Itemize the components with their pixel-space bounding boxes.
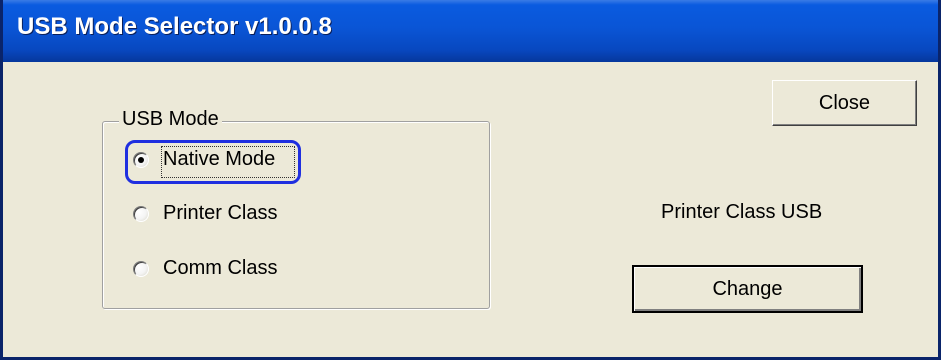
radio-comm-class-label: Comm Class <box>163 257 278 279</box>
change-button[interactable]: Change <box>632 265 863 313</box>
dialog-window: USB Mode Selector v1.0.0.8 USB Mode Nati… <box>0 0 941 360</box>
window-title: USB Mode Selector v1.0.0.8 <box>17 13 332 40</box>
radio-native-mode-label: Native Mode <box>163 148 276 170</box>
usb-mode-group-label: USB Mode <box>119 108 222 131</box>
radio-printer-class[interactable]: Printer Class <box>133 202 277 225</box>
title-bar[interactable]: USB Mode Selector v1.0.0.8 <box>3 0 938 62</box>
current-mode-status: Printer Class USB <box>661 201 823 223</box>
radio-button-icon[interactable] <box>133 205 149 222</box>
radio-comm-class[interactable]: Comm Class <box>133 257 277 280</box>
radio-button-icon[interactable] <box>133 260 149 277</box>
close-button[interactable]: Close <box>772 80 917 126</box>
dialog-client-area: USB Mode Native Mode Printer Class Comm … <box>3 62 938 357</box>
radio-native-mode[interactable]: Native Mode <box>133 148 275 171</box>
radio-button-checked-icon[interactable] <box>133 151 149 168</box>
radio-printer-class-label: Printer Class <box>163 202 278 224</box>
